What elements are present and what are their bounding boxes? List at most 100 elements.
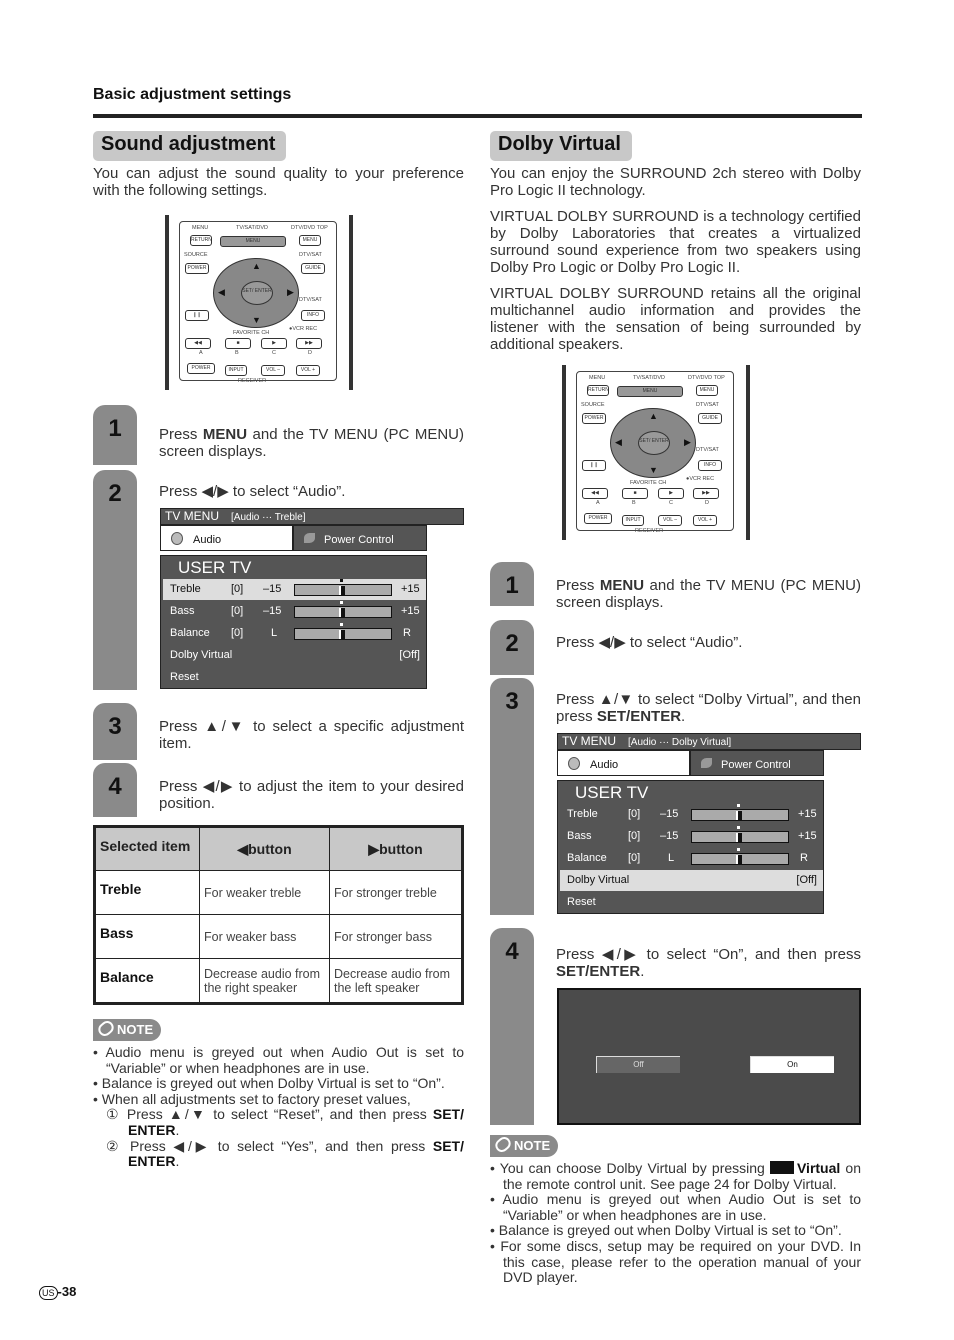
step-2-badge: 2 <box>490 620 534 675</box>
remote-volup-button: VOL + <box>693 515 717 526</box>
fast-forward-button: ▶▶ <box>296 338 322 349</box>
breadcrumb: [Audio ··· Dolby Virtual] <box>628 737 732 748</box>
remote-label-dtvsat: DTV/SAT <box>299 252 322 258</box>
step-4-text: Press ◀/▶ to adjust the item to your des… <box>159 778 464 812</box>
table-row: Bass For weaker bass For stronger bass <box>94 914 463 959</box>
on-button[interactable]: On <box>750 1056 834 1073</box>
play-button: ▶ <box>261 338 287 349</box>
slider-center-mark <box>737 848 740 851</box>
remote-label-favorite: FAVORITE CH <box>630 480 667 486</box>
user-tv-panel: USER TV Treble [0] –15 +15 Bass [0] –15 +15 … <box>557 780 824 914</box>
remote-menu2-button: MENU <box>299 235 321 246</box>
cell-item: Balance <box>94 958 200 1004</box>
adjustment-table: Selected item ◀button ▶button Treble For … <box>93 825 464 1005</box>
pause-button: ❙❙ <box>185 310 209 321</box>
slider-thumb[interactable] <box>736 855 742 864</box>
remote-label-tvsatdvd: TV/SAT/DVD <box>236 225 268 231</box>
remote-label-menu: MENU <box>192 225 209 231</box>
step-4-badge: 4 <box>490 928 534 1125</box>
menu-row-balance[interactable]: Balance [0] L R <box>560 848 823 869</box>
step-3-badge: 3 <box>490 678 534 915</box>
remote-input-button: INPUT <box>225 365 247 376</box>
remote-input-button: INPUT <box>622 515 644 526</box>
left-arrow-icon: ◀ <box>218 287 225 297</box>
menu-row-treble[interactable]: Treble [0] –15 +15 <box>163 579 426 600</box>
step-1-text: Press MENU and the TV MENU (PC MENU) scr… <box>556 577 861 611</box>
menu-row-bass[interactable]: Bass [0] –15 +15 <box>560 826 823 847</box>
up-arrow-icon: ▲ <box>649 411 658 421</box>
stop-button: ■ <box>622 488 648 499</box>
note-item: • For some discs, setup may be required … <box>490 1237 861 1286</box>
step-4-text: Press ◀/▶ to select “On”, and then press… <box>556 946 861 980</box>
cell-left: For weaker bass <box>199 914 330 959</box>
pause-button: ❙❙ <box>582 460 606 471</box>
slider[interactable] <box>294 601 392 618</box>
step-3-badge: 3 <box>93 703 137 760</box>
right-arrow-icon: ▶ <box>684 437 691 447</box>
remote-power-button: POWER <box>582 413 606 424</box>
remote-voldown-button: VOL – <box>261 365 285 376</box>
rewind-button: ◀◀ <box>582 488 608 499</box>
cell-left: For weaker treble <box>199 870 330 915</box>
menu-row-reset[interactable]: Reset <box>163 667 426 688</box>
slider[interactable] <box>294 623 392 640</box>
remote-label-dtvdvdtop: DTV/DVD TOP <box>688 375 725 381</box>
slider-thumb[interactable] <box>736 833 742 842</box>
leaf-icon <box>701 758 712 768</box>
left-arrow-icon: ◀ <box>615 437 622 447</box>
menu-row-dolby-virtual[interactable]: Dolby Virtual [Off] <box>560 870 823 891</box>
note-substep: ② Press ◀/▶ to select “Yes”, and then pr… <box>106 1137 464 1170</box>
slider[interactable] <box>691 848 789 865</box>
step-2-text: Press ◀/▶ to select “Audio”. <box>556 634 743 651</box>
speaker-icon <box>568 757 580 770</box>
sound-adjustment-title: Sound adjustment <box>93 131 286 161</box>
remote-control-illustration: MENU RETURN TV/SAT/DVD MENU DTV/DVD TOP MENU… <box>560 365 750 547</box>
down-arrow-icon: ▼ <box>649 465 658 475</box>
dolby-para-3: VIRTUAL DOLBY SURROUND retains all the o… <box>490 285 861 353</box>
remote-power-button: POWER <box>185 263 209 274</box>
menu-row-dolby-virtual[interactable]: Dolby Virtual [Off] <box>163 645 426 666</box>
note-substep: ① Press ▲/▼ to select “Reset”, and then … <box>106 1106 464 1138</box>
header-selected-item: Selected item <box>94 826 200 871</box>
slider[interactable] <box>691 826 789 843</box>
tab-audio[interactable]: Audio <box>160 525 293 551</box>
tab-power-control[interactable]: Power Control <box>690 750 824 776</box>
menu-row-reset[interactable]: Reset <box>560 892 823 913</box>
slider-thumb[interactable] <box>339 586 345 595</box>
slider-thumb[interactable] <box>339 630 345 639</box>
page-number: US -38 <box>39 1284 76 1300</box>
cell-right: For stronger treble <box>329 870 463 915</box>
menu-row-bass[interactable]: Bass [0] –15 +15 <box>163 601 426 622</box>
remote-power2-button: POWER <box>187 363 215 374</box>
note-badge: NOTE <box>490 1134 558 1157</box>
table-row: Treble For weaker treble For stronger treb… <box>94 870 463 915</box>
down-arrow-icon: ▼ <box>252 315 261 325</box>
remote-label-tvsatdvd: TV/SAT/DVD <box>633 375 665 381</box>
off-button[interactable]: Off <box>596 1056 680 1073</box>
table-header-row: Selected item ◀button ▶button <box>94 826 463 871</box>
tab-power-control[interactable]: Power Control <box>293 525 427 551</box>
step-3-text: Press ▲/▼ to select “Dolby Virtual”, and… <box>556 691 861 725</box>
remote-menu2-button: MENU <box>696 385 718 396</box>
remote-label-vcrrec: ●VCR REC <box>289 326 318 332</box>
header-rule <box>93 114 862 118</box>
remote-label-b: B <box>235 350 239 356</box>
remote-label-a: A <box>596 500 600 506</box>
slider[interactable] <box>294 579 392 596</box>
slider[interactable] <box>691 804 789 821</box>
note-label: NOTE <box>514 1138 551 1153</box>
remote-return-button: RETURN <box>587 385 609 396</box>
table-row: Balance Decrease audio from the right spe… <box>94 958 463 1004</box>
note-item: • Balance is greyed out when Dolby Virtu… <box>93 1075 445 1092</box>
slider-thumb[interactable] <box>339 608 345 617</box>
header-right-button: ▶button <box>329 826 463 871</box>
dolby-logo-icon <box>769 1161 794 1174</box>
directional-pad: ▲ ▼ ◀ ▶ SET/ ENTER <box>213 258 299 328</box>
menu-row-treble[interactable]: Treble [0] –15 +15 <box>560 804 823 825</box>
note-item: • When all adjustments set to factory pr… <box>93 1090 411 1107</box>
tab-audio[interactable]: Audio <box>557 750 690 776</box>
slider-thumb[interactable] <box>736 811 742 820</box>
menu-row-balance[interactable]: Balance [0] L R <box>163 623 426 644</box>
speaker-icon <box>171 532 183 545</box>
remote-label-favorite: FAVORITE CH <box>233 330 270 336</box>
